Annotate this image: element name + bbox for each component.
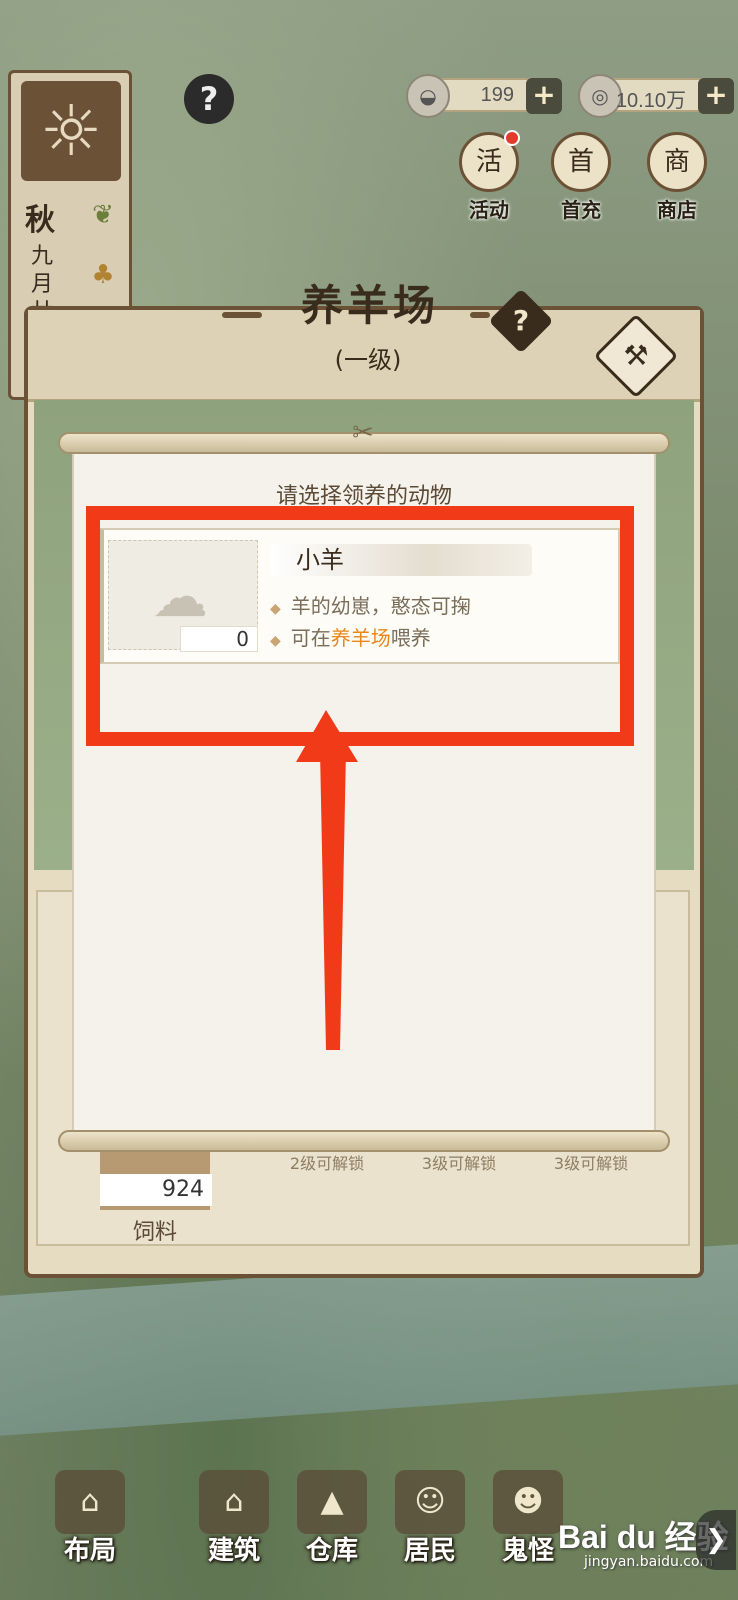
nav-residents[interactable]: ☺ 居民 bbox=[382, 1470, 478, 1567]
building-icon: ⌂ bbox=[199, 1470, 269, 1534]
warehouse-icon: ▲ bbox=[297, 1470, 367, 1534]
nav-warehouse-label: 仓库 bbox=[305, 1536, 358, 1566]
nav-buildings-label: 建筑 bbox=[207, 1536, 260, 1566]
nav-layout[interactable]: ⌂ 布局 bbox=[42, 1470, 138, 1567]
watermark-url: jingyan.baidu.com bbox=[584, 1554, 714, 1570]
nav-warehouse[interactable]: ▲ 仓库 bbox=[284, 1470, 380, 1567]
layout-icon: ⌂ bbox=[55, 1470, 125, 1534]
annotation-arrow-icon bbox=[296, 710, 358, 1050]
nav-layout-label: 布局 bbox=[63, 1536, 116, 1566]
resident-icon: ☺ bbox=[395, 1470, 465, 1534]
nav-residents-label: 居民 bbox=[403, 1536, 456, 1566]
nav-next-arrow-icon[interactable]: ❯ bbox=[696, 1510, 736, 1570]
nav-buildings[interactable]: ⌂ 建筑 bbox=[186, 1470, 282, 1567]
